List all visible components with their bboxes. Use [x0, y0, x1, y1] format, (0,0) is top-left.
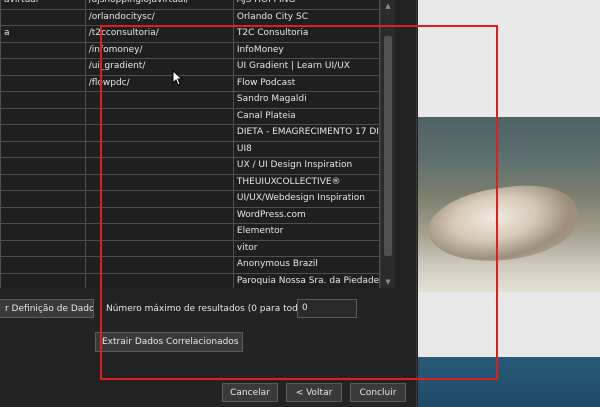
table-cell[interactable]: vitor — [232, 239, 380, 257]
table-cell[interactable]: UX / UI Design Inspiration — [232, 157, 380, 175]
table-cell[interactable] — [0, 107, 86, 125]
back-button[interactable]: < Voltar — [286, 383, 342, 402]
table-cell[interactable] — [0, 74, 86, 92]
table-cell[interactable]: Canal Plateia — [232, 107, 380, 125]
table-row[interactable]: vitor — [0, 239, 380, 257]
table-row[interactable]: /orlandocitysc/Orlando City SC — [0, 8, 380, 26]
table-cell[interactable]: /t2cconsultoria/ — [84, 25, 234, 43]
table-cell[interactable]: Anonymous Brazil — [232, 256, 380, 274]
table-row[interactable]: UX / UI Design Inspiration — [0, 157, 380, 175]
table-scrollbar[interactable]: ▲ ▼ — [380, 0, 395, 288]
table-row[interactable]: UI8 — [0, 140, 380, 158]
table-cell[interactable]: Sandro Magaldi — [232, 91, 380, 109]
background-pool — [418, 357, 600, 407]
table-cell[interactable] — [0, 8, 86, 26]
table-cell[interactable]: DIETA - EMAGRECIMENTO 17 DIAS — [232, 124, 380, 142]
scroll-down-icon[interactable]: ▼ — [384, 278, 392, 286]
table-cell[interactable]: InfoMoney — [232, 41, 380, 59]
table-row[interactable]: a/t2cconsultoria/T2C Consultoria — [0, 25, 380, 43]
table-row[interactable]: Elementor — [0, 223, 380, 241]
scroll-up-icon[interactable]: ▲ — [384, 2, 392, 10]
table-cell[interactable] — [84, 190, 234, 208]
table-cell[interactable] — [0, 173, 86, 191]
table-row[interactable]: THEUIUXCOLLECTIVE® — [0, 173, 380, 191]
table-cell[interactable] — [0, 157, 86, 175]
table-cell[interactable]: Paroquia Nossa Sra. da Piedade — [232, 272, 380, 288]
table-cell[interactable]: UI8 — [232, 140, 380, 158]
table-row[interactable]: avirtual/ajshoppinglojavirtual/AJS HOPPI… — [0, 0, 380, 10]
table-cell[interactable]: Flow Podcast — [232, 74, 380, 92]
scroll-thumb[interactable] — [384, 36, 392, 256]
table-cell[interactable] — [84, 91, 234, 109]
table-cell[interactable]: THEUIUXCOLLECTIVE® — [232, 173, 380, 191]
table-cell[interactable] — [0, 206, 86, 224]
table-row[interactable]: UI/UX/Webdesign Inspiration — [0, 190, 380, 208]
table-row[interactable]: Canal Plateia — [0, 107, 380, 125]
table-row[interactable]: /infomoney/InfoMoney — [0, 41, 380, 59]
table-cell[interactable] — [84, 140, 234, 158]
max-results-input[interactable]: 0 — [297, 299, 357, 318]
screen: avirtual/ajshoppinglojavirtual/AJS HOPPI… — [0, 0, 600, 407]
table-cell[interactable]: a — [0, 25, 86, 43]
table-cell[interactable]: /ajshoppinglojavirtual/ — [84, 0, 234, 10]
table-cell[interactable] — [84, 107, 234, 125]
table-cell[interactable] — [0, 41, 86, 59]
mouse-cursor-icon — [172, 70, 184, 86]
table-row[interactable]: Sandro Magaldi — [0, 91, 380, 109]
table-cell[interactable]: /flowpdc/ — [84, 74, 234, 92]
table-cell[interactable] — [0, 272, 86, 288]
table-row[interactable]: /flowpdc/Flow Podcast — [0, 74, 380, 92]
extraction-dialog: avirtual/ajshoppinglojavirtual/AJS HOPPI… — [0, 0, 417, 407]
table-cell[interactable]: avirtual — [0, 0, 86, 10]
results-table: avirtual/ajshoppinglojavirtual/AJS HOPPI… — [0, 0, 380, 288]
table-cell[interactable]: /infomoney/ — [84, 41, 234, 59]
table-cell[interactable]: Orlando City SC — [232, 8, 380, 26]
table-cell[interactable]: UI/UX/Webdesign Inspiration — [232, 190, 380, 208]
table-cell[interactable] — [84, 239, 234, 257]
table-cell[interactable] — [0, 140, 86, 158]
table-cell[interactable]: /orlandocitysc/ — [84, 8, 234, 26]
table-cell[interactable] — [0, 91, 86, 109]
results-table-container: avirtual/ajshoppinglojavirtual/AJS HOPPI… — [0, 0, 380, 288]
table-cell[interactable]: UI Gradient | Learn UI/UX — [232, 58, 380, 76]
table-cell[interactable]: AJS HOPPING — [232, 0, 380, 10]
table-cell[interactable]: /ui_gradient/ — [84, 58, 234, 76]
table-cell[interactable] — [84, 206, 234, 224]
table-row[interactable]: WordPress.com — [0, 206, 380, 224]
table-cell[interactable] — [0, 58, 86, 76]
table-cell[interactable]: Elementor — [232, 223, 380, 241]
table-cell[interactable] — [84, 256, 234, 274]
table-cell[interactable] — [84, 173, 234, 191]
table-cell[interactable] — [0, 124, 86, 142]
table-row[interactable]: Paroquia Nossa Sra. da Piedade — [0, 272, 380, 288]
table-row[interactable]: Anonymous Brazil — [0, 256, 380, 274]
table-row[interactable]: /ui_gradient/UI Gradient | Learn UI/UX — [0, 58, 380, 76]
table-cell[interactable] — [84, 272, 234, 288]
table-cell[interactable] — [0, 256, 86, 274]
finish-button[interactable]: Concluir — [350, 383, 406, 402]
table-cell[interactable]: WordPress.com — [232, 206, 380, 224]
table-cell[interactable] — [0, 190, 86, 208]
table-cell[interactable]: T2C Consultoria — [232, 25, 380, 43]
table-row[interactable]: DIETA - EMAGRECIMENTO 17 DIAS — [0, 124, 380, 142]
table-cell[interactable] — [0, 239, 86, 257]
table-cell[interactable] — [84, 157, 234, 175]
extract-correlated-data-button[interactable]: Extrair Dados Correlacionados — [95, 332, 243, 352]
table-cell[interactable] — [84, 223, 234, 241]
data-definition-button[interactable]: r Definição de Dados — [0, 299, 94, 318]
table-cell[interactable] — [84, 124, 234, 142]
cancel-button[interactable]: Cancelar — [222, 383, 278, 402]
table-cell[interactable] — [0, 223, 86, 241]
max-results-label: Número máximo de resultados (0 para todo… — [106, 304, 312, 314]
